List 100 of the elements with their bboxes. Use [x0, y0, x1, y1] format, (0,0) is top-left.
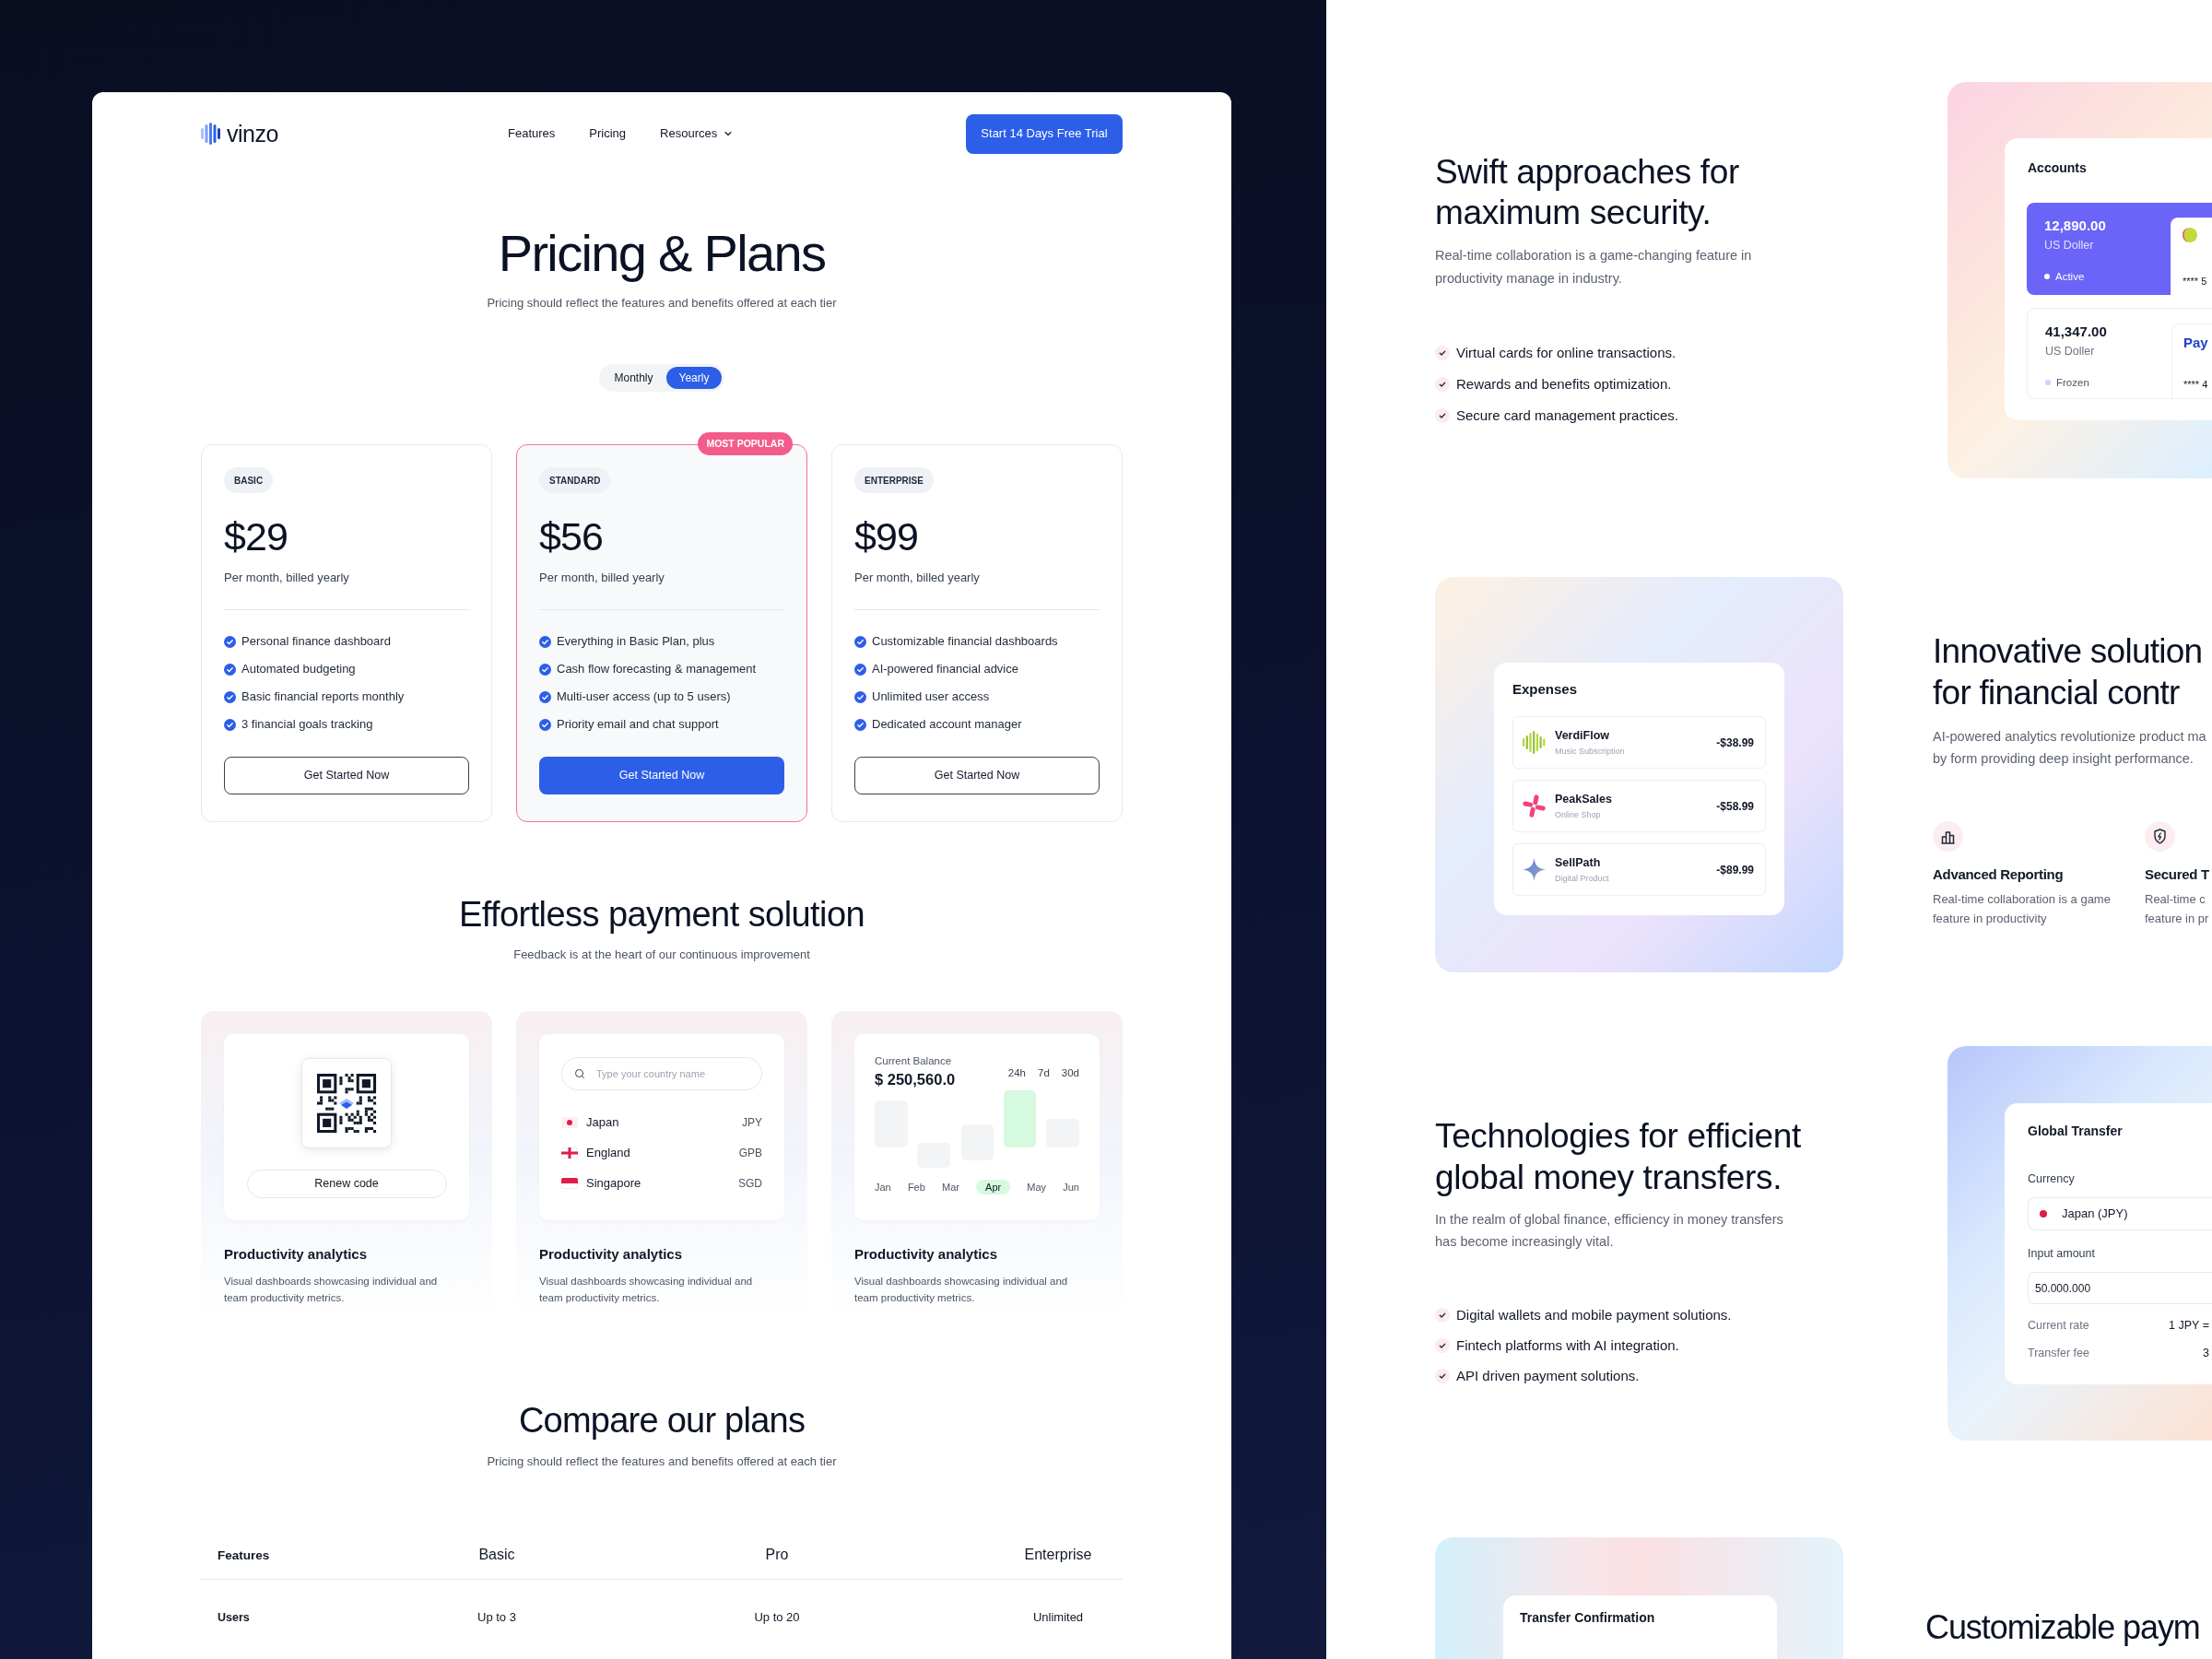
table-cell: Unlimited: [1032, 1610, 1084, 1624]
renew-code-button[interactable]: Renew code: [246, 1170, 447, 1198]
expense-category: Online Shop: [1555, 809, 1602, 820]
month-label[interactable]: Jan: [875, 1180, 891, 1194]
section-description: In the realm of global finance, efficiency in money transfers has become increasingly vital.: [1435, 1211, 1784, 1251]
plan-price: $29: [224, 514, 289, 559]
card-title: Productivity analytics: [539, 1245, 684, 1264]
account-status: Frozen: [2056, 376, 2089, 390]
check-icon: [1435, 408, 1450, 423]
feature-text: Real-time collaboration is a game feature in productivity: [1933, 891, 2112, 927]
check-icon: [1435, 377, 1450, 392]
flag-icon: [561, 1147, 578, 1159]
get-started-button[interactable]: Get Started Now: [539, 757, 784, 794]
detail-label: Transfer fee: [2028, 1346, 2089, 1361]
check-icon: [1435, 1338, 1450, 1353]
nav-link[interactable]: Pricing: [589, 125, 627, 142]
plan-price: $99: [854, 514, 920, 559]
country-name: Japan: [586, 1113, 619, 1131]
expense-amount: -$89.99: [1716, 862, 1754, 878]
expense-row[interactable]: PeakSales Online Shop -$58.99: [1512, 780, 1766, 832]
check-circle-icon: [224, 635, 236, 648]
check-circle-icon: [224, 663, 236, 676]
plan-feature: Basic financial reports monthly: [241, 688, 405, 706]
country-search-field[interactable]: Type your country name: [561, 1057, 762, 1090]
plan-period: Per month, billed yearly: [224, 570, 350, 586]
plan-price: $56: [539, 514, 605, 559]
detail-label: Current rate: [2028, 1318, 2089, 1334]
billing-option[interactable]: Yearly: [665, 367, 723, 389]
account-balance: 12,890.00: [2044, 217, 2107, 235]
plan-feature: Cash flow forecasting & management: [557, 661, 757, 678]
plan-feature: Customizable financial dashboards: [872, 633, 1058, 651]
expense-row[interactable]: VerdiFlow Music Subscription -$38.99: [1512, 716, 1766, 769]
card-description: Visual dashboards showcasing individual and team productivity metrics.: [854, 1275, 1069, 1305]
flag-icon: [561, 1116, 578, 1128]
check-circle-icon: [854, 663, 866, 676]
get-started-button[interactable]: Get Started Now: [854, 757, 1100, 794]
balance-label: Current Balance: [875, 1054, 953, 1068]
expense-row[interactable]: SellPath Digital Product -$89.99: [1512, 843, 1766, 896]
account-currency: US Doller: [2044, 238, 2095, 253]
balance-amount: $ 250,560.0: [875, 1070, 956, 1088]
popular-badge: MOST POPULAR: [698, 432, 793, 455]
month-label[interactable]: Jun: [1063, 1180, 1079, 1194]
check-circle-icon: [224, 718, 236, 731]
currency-select[interactable]: Japan (JPY): [2028, 1197, 2212, 1230]
expense-category: Digital Product: [1555, 873, 1609, 884]
field-label: Currency: [2028, 1171, 2076, 1187]
range-option[interactable]: 24h: [1007, 1066, 1026, 1079]
account-card[interactable]: 12,890.00 US Doller Active **** 5: [2027, 203, 2212, 295]
check-circle-icon: [854, 690, 866, 703]
account-currency: US Doller: [2045, 344, 2096, 359]
card-title: Productivity analytics: [854, 1245, 999, 1264]
month-label[interactable]: May: [1027, 1180, 1047, 1194]
card-logo-icon: [2183, 228, 2197, 242]
check-circle-icon: [539, 663, 551, 676]
trial-button[interactable]: Start 14 Days Free Trial: [966, 113, 1123, 154]
column-header: Enterprise: [1024, 1546, 1092, 1562]
nav-link[interactable]: Features: [508, 125, 556, 142]
checklist-item: Rewards and benefits optimization.: [1456, 374, 1672, 394]
amount-input[interactable]: 50.000.000: [2028, 1272, 2212, 1304]
checklist-item: Fintech platforms with AI integration.: [1456, 1335, 1679, 1355]
billing-option[interactable]: Monthly: [601, 367, 666, 389]
plan-feature: Everything in Basic Plan, plus: [557, 633, 715, 651]
table-cell: Users: [218, 1611, 250, 1624]
check-circle-icon: [539, 635, 551, 648]
feature-title: Advanced Reporting: [1933, 865, 2065, 884]
tier-badge: BASIC: [224, 467, 274, 493]
account-balance: 41,347.00: [2045, 323, 2108, 341]
check-icon: [1435, 346, 1450, 360]
card-description: Visual dashboards showcasing individual and team productivity metrics.: [539, 1275, 754, 1305]
section-heading: Swift approaches for maximum security.: [1435, 152, 1740, 233]
card-number: **** 5: [2183, 275, 2208, 288]
section-description: AI-powered analytics revolutionize product ma by form providing deep insight performance.: [1933, 728, 2207, 768]
month-label[interactable]: Feb: [907, 1180, 925, 1194]
get-started-button[interactable]: Get Started Now: [224, 757, 469, 794]
checklist-item: API driven payment solutions.: [1456, 1366, 1640, 1385]
month-label[interactable]: Mar: [941, 1180, 959, 1194]
section-title: Compare our plans: [517, 1400, 806, 1441]
check-circle-icon: [224, 690, 236, 703]
column-header: Basic: [478, 1546, 515, 1562]
month-label[interactable]: Apr: [976, 1180, 1011, 1194]
page-title: Pricing & Plans: [497, 224, 827, 283]
search-icon: [574, 1068, 585, 1079]
country-name: England: [586, 1144, 630, 1161]
country-name: Singapore: [586, 1174, 641, 1192]
range-option[interactable]: 30d: [1061, 1066, 1079, 1079]
section-heading: Innovative solution for financial contr: [1933, 631, 2204, 713]
widget-title: Accounts: [2027, 159, 2088, 177]
logo-icon: [201, 123, 221, 145]
plan-feature: Dedicated account manager: [872, 716, 1022, 734]
detail-value: 3: [2203, 1346, 2209, 1361]
expense-name: VerdiFlow: [1555, 728, 1611, 743]
checklist-item: Secure card management practices.: [1456, 406, 1678, 425]
card-brand: Pay: [2183, 334, 2209, 352]
plan-feature: Unlimited user access: [872, 688, 990, 706]
detail-value: 1 JPY =: [2169, 1318, 2209, 1334]
account-card[interactable]: 41,347.00 US Doller Frozen Pay **** 4: [2027, 308, 2212, 399]
section-subtitle: Feedback is at the heart of our continuous improvement: [512, 947, 811, 963]
plan-feature: Multi-user access (up to 5 users): [557, 688, 731, 706]
nav-link[interactable]: Resources: [660, 125, 735, 142]
range-option[interactable]: 7d: [1038, 1066, 1050, 1079]
